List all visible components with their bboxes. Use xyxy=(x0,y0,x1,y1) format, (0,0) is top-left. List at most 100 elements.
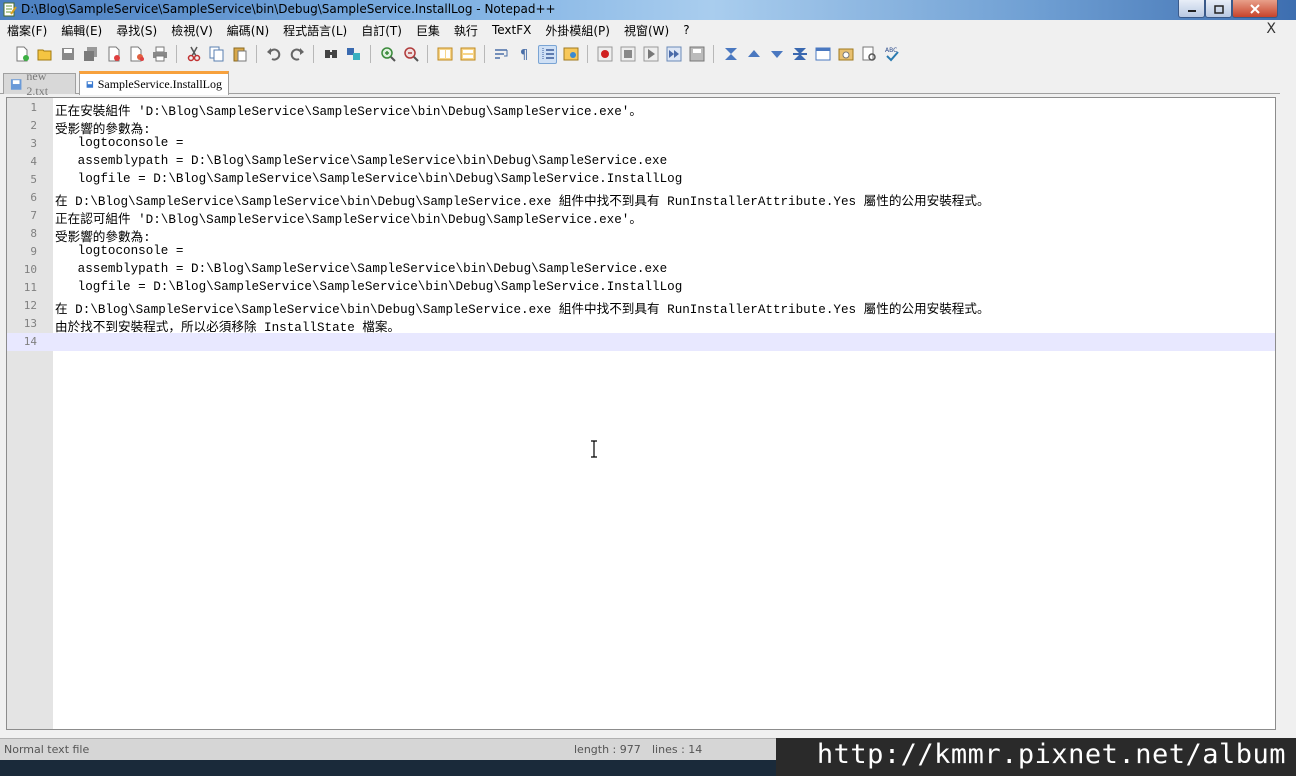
editor-line[interactable]: 10 assemblypath = D:\Blog\SampleService\… xyxy=(7,261,1275,279)
textfx-5-icon[interactable] xyxy=(813,45,832,64)
restore-icon xyxy=(1213,4,1224,14)
find-icon[interactable] xyxy=(321,45,340,64)
new-file-icon[interactable] xyxy=(12,45,31,64)
line-text: assemblypath = D:\Blog\SampleService\Sam… xyxy=(55,262,668,276)
stop-macro-icon[interactable] xyxy=(618,45,637,64)
line-number: 9 xyxy=(30,245,37,258)
toolbar-separator xyxy=(176,45,177,63)
save-icon[interactable] xyxy=(58,45,77,64)
document-tab-bar: new 2.txt SampleService.InstallLog xyxy=(0,69,1280,98)
editor-line[interactable]: 2 受影響的參數為: xyxy=(7,117,1275,137)
run-macro-multiple-icon[interactable] xyxy=(664,45,683,64)
line-number: 1 xyxy=(30,101,37,114)
status-lines: lines : 14 xyxy=(652,743,703,756)
save-all-icon[interactable] xyxy=(81,45,100,64)
minimize-icon xyxy=(1187,9,1196,12)
toolbar-separator xyxy=(427,45,428,63)
tab-sampleservice-installlog[interactable]: SampleService.InstallLog xyxy=(79,71,229,95)
maximize-button[interactable] xyxy=(1205,0,1232,18)
menu-macro[interactable]: 巨集 xyxy=(409,22,447,39)
tab-new-2-txt[interactable]: new 2.txt xyxy=(3,69,76,98)
menu-help[interactable]: ? xyxy=(676,23,696,37)
textfx-6-icon[interactable] xyxy=(836,45,855,64)
close-window-button[interactable] xyxy=(1232,0,1278,18)
editor-line[interactable]: 9 logtoconsole = xyxy=(7,243,1275,261)
spellcheck-icon[interactable]: ABC xyxy=(882,45,901,64)
editor-line[interactable]: 5 logfile = D:\Blog\SampleService\Sample… xyxy=(7,171,1275,189)
notepadpp-window: D:\Blog\SampleService\SampleService\bin\… xyxy=(0,0,1296,776)
minimize-button[interactable] xyxy=(1178,0,1205,18)
play-macro-icon[interactable] xyxy=(641,45,660,64)
editor-line[interactable]: 7 正在認可組件 'D:\Blog\SampleService\SampleSer… xyxy=(7,207,1275,227)
editor-line[interactable]: 8 受影響的參數為: xyxy=(7,225,1275,245)
menu-edit[interactable]: 編輯(E) xyxy=(54,22,109,39)
print-icon[interactable] xyxy=(150,45,169,64)
record-macro-icon[interactable] xyxy=(595,45,614,64)
menu-window[interactable]: 視窗(W) xyxy=(617,22,676,39)
editor-line[interactable]: 3 logtoconsole = xyxy=(7,135,1275,153)
close-icon xyxy=(1250,3,1260,14)
zoom-in-icon[interactable] xyxy=(378,45,397,64)
textfx-2-icon[interactable] xyxy=(744,45,763,64)
textfx-7-icon[interactable] xyxy=(859,45,878,64)
user-lang-icon[interactable] xyxy=(561,45,580,64)
menu-file[interactable]: 檔案(F) xyxy=(0,22,54,39)
close-all-icon[interactable] xyxy=(127,45,146,64)
editor-line[interactable]: 1 正在安裝組件 'D:\Blog\SampleService\SampleSer… xyxy=(7,99,1275,119)
close-icon[interactable] xyxy=(104,45,123,64)
undo-icon[interactable] xyxy=(264,45,283,64)
menu-encoding[interactable]: 編碼(N) xyxy=(220,22,276,39)
sync-v-icon[interactable] xyxy=(435,45,454,64)
line-number: 3 xyxy=(30,137,37,150)
line-number: 4 xyxy=(30,155,37,168)
notepadpp-app-icon xyxy=(3,2,17,17)
paste-icon[interactable] xyxy=(230,45,249,64)
zoom-out-icon[interactable] xyxy=(401,45,420,64)
saved-file-icon xyxy=(10,78,22,90)
word-wrap-icon[interactable] xyxy=(492,45,511,64)
indent-guide-icon[interactable] xyxy=(538,44,557,64)
menu-run[interactable]: 執行 xyxy=(447,22,485,39)
menu-search[interactable]: 尋找(S) xyxy=(109,22,164,39)
menu-textfx[interactable]: TextFX xyxy=(485,23,538,37)
replace-icon[interactable] xyxy=(344,45,363,64)
menu-plugins[interactable]: 外掛模組(P) xyxy=(538,22,617,39)
title-bar[interactable]: D:\Blog\SampleService\SampleService\bin\… xyxy=(0,0,1296,20)
line-number: 12 xyxy=(23,299,37,312)
menu-language[interactable]: 程式語言(L) xyxy=(276,22,354,39)
line-number: 13 xyxy=(23,317,37,330)
line-text: logfile = D:\Blog\SampleService\SampleSe… xyxy=(55,280,683,294)
open-file-icon[interactable] xyxy=(35,45,54,64)
line-text: logtoconsole = xyxy=(55,136,184,150)
editor-current-line[interactable]: 14 xyxy=(7,333,1275,351)
show-all-chars-icon[interactable]: ¶ xyxy=(515,45,534,64)
line-number: 8 xyxy=(30,227,37,240)
sync-h-icon[interactable] xyxy=(458,45,477,64)
editor-line[interactable]: 4 assemblypath = D:\Blog\SampleService\S… xyxy=(7,153,1275,171)
window-title: D:\Blog\SampleService\SampleService\bin\… xyxy=(21,2,556,16)
textfx-3-icon[interactable] xyxy=(767,45,786,64)
editor-line[interactable]: 11 logfile = D:\Blog\SampleService\Sampl… xyxy=(7,279,1275,297)
toolbar-separator xyxy=(313,45,314,63)
editor-line[interactable]: 6在 D:\Blog\SampleService\SampleService\b… xyxy=(7,189,1275,209)
textfx-1-icon[interactable] xyxy=(721,45,740,64)
copy-icon[interactable] xyxy=(207,45,226,64)
line-number: 7 xyxy=(30,209,37,222)
svg-text:¶: ¶ xyxy=(520,48,528,62)
line-number: 14 xyxy=(23,335,37,348)
line-number: 10 xyxy=(23,263,37,276)
tab-label: SampleService.InstallLog xyxy=(97,77,222,91)
editor-line[interactable]: 12 在 D:\Blog\SampleService\SampleService\… xyxy=(7,297,1275,317)
textfx-4-icon[interactable] xyxy=(790,45,809,64)
cut-icon[interactable] xyxy=(184,45,203,64)
text-editor[interactable]: 1 正在安裝組件 'D:\Blog\SampleService\SampleSer… xyxy=(6,97,1276,730)
line-number: 2 xyxy=(30,119,37,132)
redo-icon[interactable] xyxy=(287,45,306,64)
toolbar-separator xyxy=(370,45,371,63)
save-macro-icon[interactable] xyxy=(687,45,706,64)
editor-line[interactable]: 13 由於找不到安裝程式，所以必須移除 InstallState 檔案。 xyxy=(7,315,1275,335)
menu-view[interactable]: 檢視(V) xyxy=(164,22,220,39)
close-document-button[interactable]: X xyxy=(1266,21,1276,37)
line-text: logfile = D:\Blog\SampleService\SampleSe… xyxy=(55,172,683,186)
menu-settings[interactable]: 自訂(T) xyxy=(354,22,409,39)
